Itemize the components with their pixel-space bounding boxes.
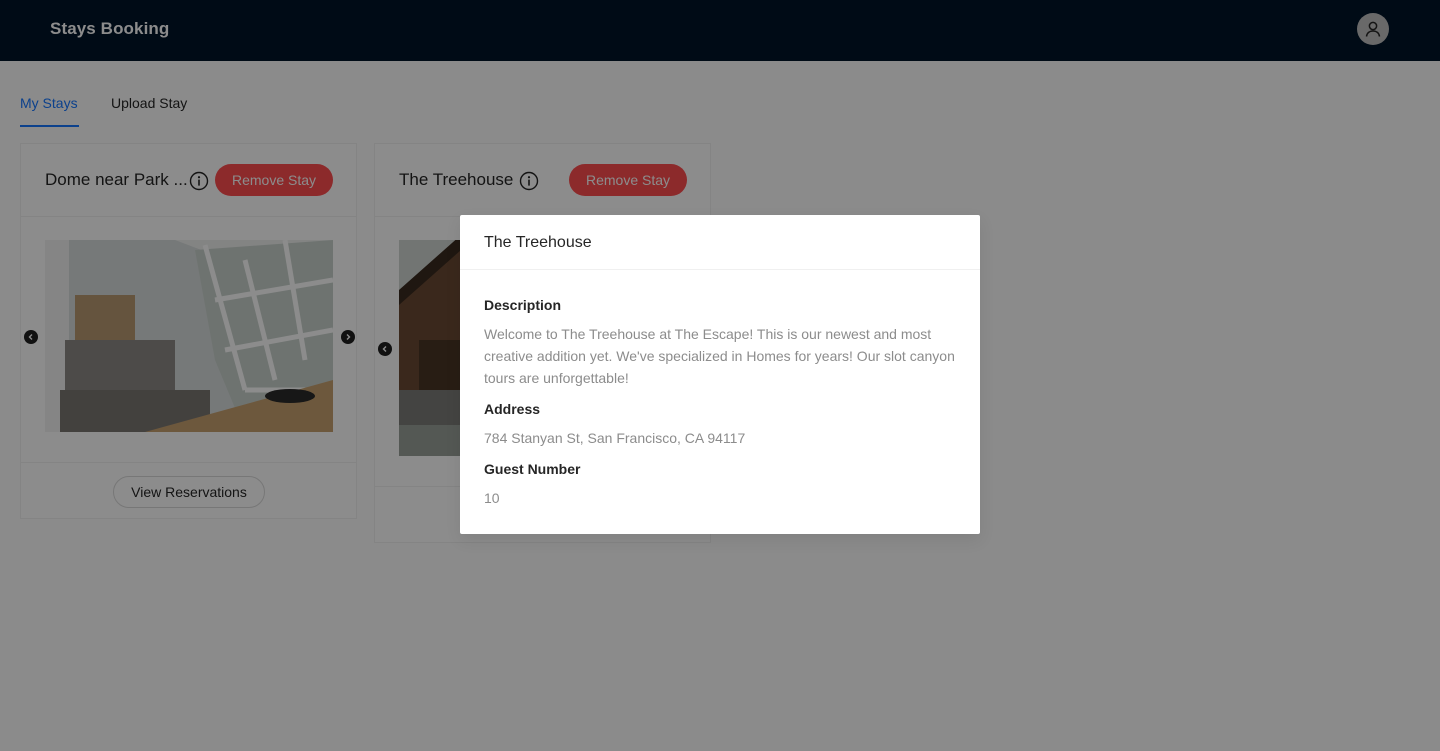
description-label: Description bbox=[484, 297, 562, 313]
description-text: Welcome to The Treehouse at The Escape! … bbox=[484, 326, 955, 386]
guest-number-label: Guest Number bbox=[484, 461, 581, 477]
stay-info-modal: The Treehouse Description Welcome to The… bbox=[460, 215, 980, 534]
modal-title: The Treehouse bbox=[484, 234, 592, 251]
address-text: 784 Stanyan St, San Francisco, CA 94117 bbox=[484, 430, 746, 446]
modal-header: The Treehouse bbox=[460, 215, 980, 270]
guest-number-value: 10 bbox=[484, 490, 500, 506]
address-label: Address bbox=[484, 401, 541, 417]
